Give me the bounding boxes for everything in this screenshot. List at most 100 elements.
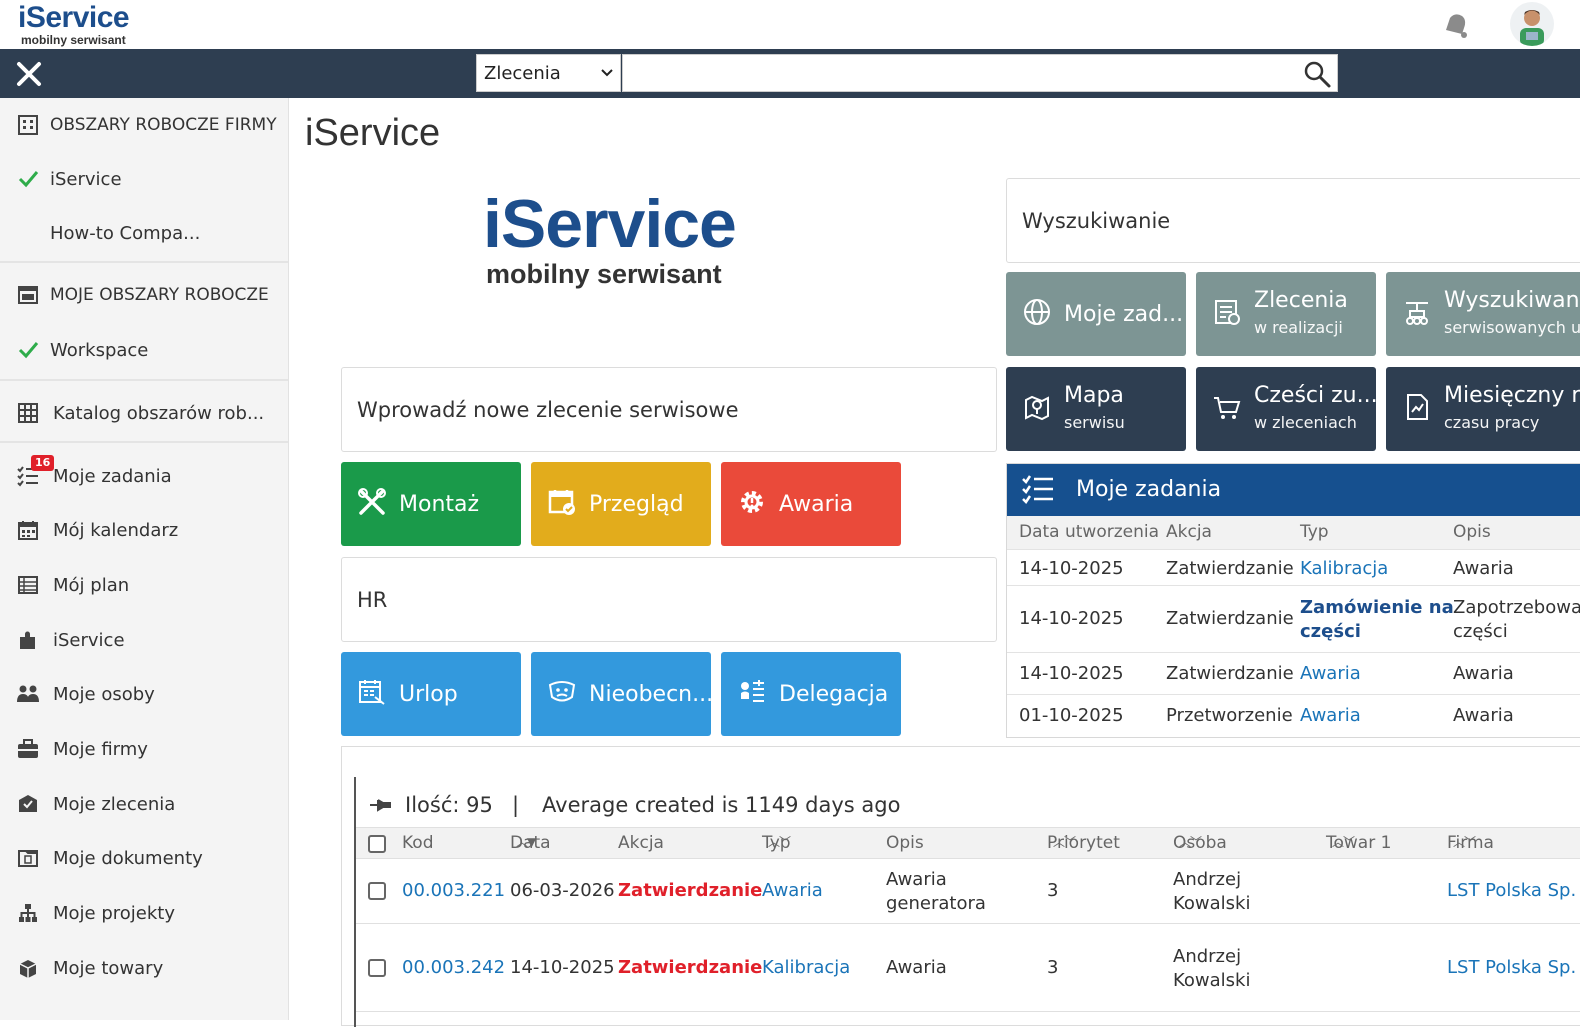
table-row[interactable]: 14-10-2025 Zatwierdzanie Zamówienie na cz… <box>1007 586 1580 653</box>
col-description[interactable]: Opis <box>886 833 924 853</box>
user-avatar[interactable] <box>1510 2 1554 46</box>
my-tasks-tile-label: Moje zad... <box>1064 301 1184 327</box>
search-scope-select[interactable]: Zlecenia <box>476 54 621 92</box>
cell-company-link[interactable]: LST Polska Sp. <box>1447 957 1576 978</box>
sidebar-item-my-tasks[interactable]: 16 Moje zadania <box>0 449 288 503</box>
awaria-button[interactable]: Awaria <box>721 462 901 546</box>
delegation-icon <box>737 677 767 711</box>
sidebar-item-iservice-workspace[interactable]: iService <box>0 152 288 206</box>
table-row[interactable]: 00.003.242 14-10-2025 Zatwierdzanie Kali… <box>356 924 1580 1012</box>
sidebar-item-my-companies[interactable]: Moje firmy <box>0 722 288 776</box>
sidebar-item-label: Moje zlecenia <box>53 793 176 815</box>
logo-tagline: mobilny serwisant <box>21 33 126 47</box>
przeglad-label: Przegląd <box>589 491 684 517</box>
nieobecnosc-label: Nieobecn... <box>589 681 714 707</box>
sidebar-item-my-plan[interactable]: Mój plan <box>0 558 288 612</box>
top-bar: iService mobilny serwisant <box>0 0 1580 49</box>
task-list-icon <box>1021 474 1055 510</box>
sidebar-item-howto[interactable]: How-to Compa... <box>0 206 288 260</box>
notification-bell-icon[interactable] <box>1438 8 1472 42</box>
col-action[interactable]: Akcja <box>618 833 664 853</box>
parts-used-sub: w zleceniach <box>1254 413 1357 432</box>
sidebar-item-my-goods[interactable]: Moje towary <box>0 941 288 995</box>
sidebar-item-workspace[interactable]: Workspace <box>0 323 288 377</box>
sort-icon: ︿﹀ <box>1053 835 1076 849</box>
sidebar-item-label: Moje towary <box>53 957 164 979</box>
sidebar-item-label: Workspace <box>50 339 149 361</box>
my-tasks-panel-header[interactable]: Moje zadania <box>1007 464 1580 516</box>
sort-icon: ︿﹀ <box>1332 835 1355 849</box>
row-checkbox[interactable] <box>368 882 386 900</box>
orders-in-progress-tile[interactable]: Zlecenia w realizacji <box>1196 272 1376 356</box>
order-code-link[interactable]: 00.003.221 <box>402 880 505 901</box>
table-row[interactable]: 01-10-2025 Przetworzenie Awaria Awaria <box>1007 695 1580 737</box>
vacation-icon <box>357 677 387 711</box>
new-order-card: Wprowadź nowe zlecenie serwisowe <box>341 367 997 452</box>
sidebar-item-iservice[interactable]: iService <box>0 613 288 667</box>
app-logo[interactable]: iService mobilny serwisant <box>18 2 158 48</box>
briefcase-icon <box>16 737 40 761</box>
montaz-label: Montaż <box>399 491 480 517</box>
cell-description: Awaria <box>1453 705 1514 726</box>
cell-company-link[interactable]: LST Polska Sp. <box>1447 880 1576 901</box>
urlop-button[interactable]: Urlop <box>341 652 521 736</box>
col-description: Opis <box>1453 522 1491 542</box>
search-serviced-label: Wyszukiwan <box>1444 288 1580 313</box>
service-map-tile[interactable]: Mapa serwisu <box>1006 367 1186 451</box>
search-scope-value: Zlecenia <box>484 62 561 84</box>
montaz-button[interactable]: Montaż <box>341 462 521 546</box>
cell-person-line2: Kowalski <box>1173 970 1251 991</box>
hr-label: HR <box>357 587 388 612</box>
cell-type-link[interactable]: Awaria <box>1300 705 1361 726</box>
search-serviced-tile[interactable]: Wyszukiwan serwisowanych u <box>1386 272 1580 356</box>
przeglad-button[interactable]: Przegląd <box>531 462 711 546</box>
col-code[interactable]: Kod <box>402 833 434 853</box>
cell-type-link[interactable]: Kalibracja <box>1300 558 1388 579</box>
machine-icon <box>1402 297 1432 331</box>
sidebar-divider <box>0 441 288 443</box>
delegacja-button[interactable]: Delegacja <box>721 652 901 736</box>
table-row[interactable]: 14-10-2025 Zatwierdzanie Awaria Awaria <box>1007 653 1580 695</box>
search-icon[interactable] <box>1302 59 1332 89</box>
cell-type-link[interactable]: Awaria <box>762 880 823 901</box>
table-row[interactable]: 14-10-2025 Zatwierdzanie Kalibracja Awar… <box>1007 550 1580 586</box>
orders-header-row: Kod Data ︿▼ Akcja Typ ︿﹀ Opis Priorytet ︿﹀ … <box>356 827 1580 859</box>
col-created-date: Data utworzenia <box>1019 522 1160 542</box>
sidebar-header-my-workspaces[interactable]: MOJE OBSZARY ROBOCZE <box>0 268 288 322</box>
urlop-label: Urlop <box>399 681 458 707</box>
sidebar-item-label: How-to Compa... <box>50 222 201 244</box>
search-input[interactable] <box>622 54 1338 92</box>
tools-icon <box>357 487 387 521</box>
parts-used-tile[interactable]: Cześci zu... w zleceniach <box>1196 367 1378 451</box>
sidebar-item-my-people[interactable]: Moje osoby <box>0 667 288 721</box>
my-tasks-tile[interactable]: Moje zad... <box>1006 272 1186 356</box>
main-logo-tagline: mobilny serwisant <box>486 259 722 289</box>
nieobecnosc-button[interactable]: Nieobecn... <box>531 652 714 736</box>
cell-type-link[interactable]: Kalibracja <box>762 957 850 978</box>
cell-person-line1: Andrzej <box>1173 946 1242 967</box>
page-title: iService <box>305 112 441 154</box>
table-row[interactable]: 00.003.221 06-03-2026 Zatwierdzanie Awar… <box>356 859 1580 924</box>
sidebar-header-company-workspaces[interactable]: OBSZARY ROBOCZE FIRMY <box>0 98 288 152</box>
pin-icon[interactable] <box>369 797 391 817</box>
service-map-sub: serwisu <box>1064 413 1125 432</box>
sidebar-item-my-documents[interactable]: Moje dokumenty <box>0 831 288 885</box>
close-menu-icon[interactable] <box>14 59 44 89</box>
plan-icon <box>16 573 40 597</box>
select-all-checkbox[interactable] <box>368 835 386 853</box>
sidebar-item-workspace-catalog[interactable]: Katalog obszarów rob... <box>0 386 288 440</box>
sort-icon: ︿﹀ <box>1179 835 1202 849</box>
cell-type-link[interactable]: Awaria <box>1300 663 1361 684</box>
row-checkbox[interactable] <box>368 959 386 977</box>
gear-alert-icon <box>737 487 767 521</box>
nav-bar: Zlecenia <box>0 49 1580 98</box>
order-code-link[interactable]: 00.003.242 <box>402 957 505 978</box>
monthly-worktime-tile[interactable]: Miesięczny r czasu pracy <box>1386 367 1580 451</box>
sidebar-item-label: Moje zadania <box>53 465 172 487</box>
sidebar-item-my-projects[interactable]: Moje projekty <box>0 886 288 940</box>
sidebar-item-my-orders[interactable]: Moje zlecenia <box>0 777 288 831</box>
window-icon <box>16 283 40 307</box>
people-icon <box>16 682 40 706</box>
sidebar-item-my-calendar[interactable]: Mój kalendarz <box>0 503 288 557</box>
new-order-label: Wprowadź nowe zlecenie serwisowe <box>357 397 739 422</box>
